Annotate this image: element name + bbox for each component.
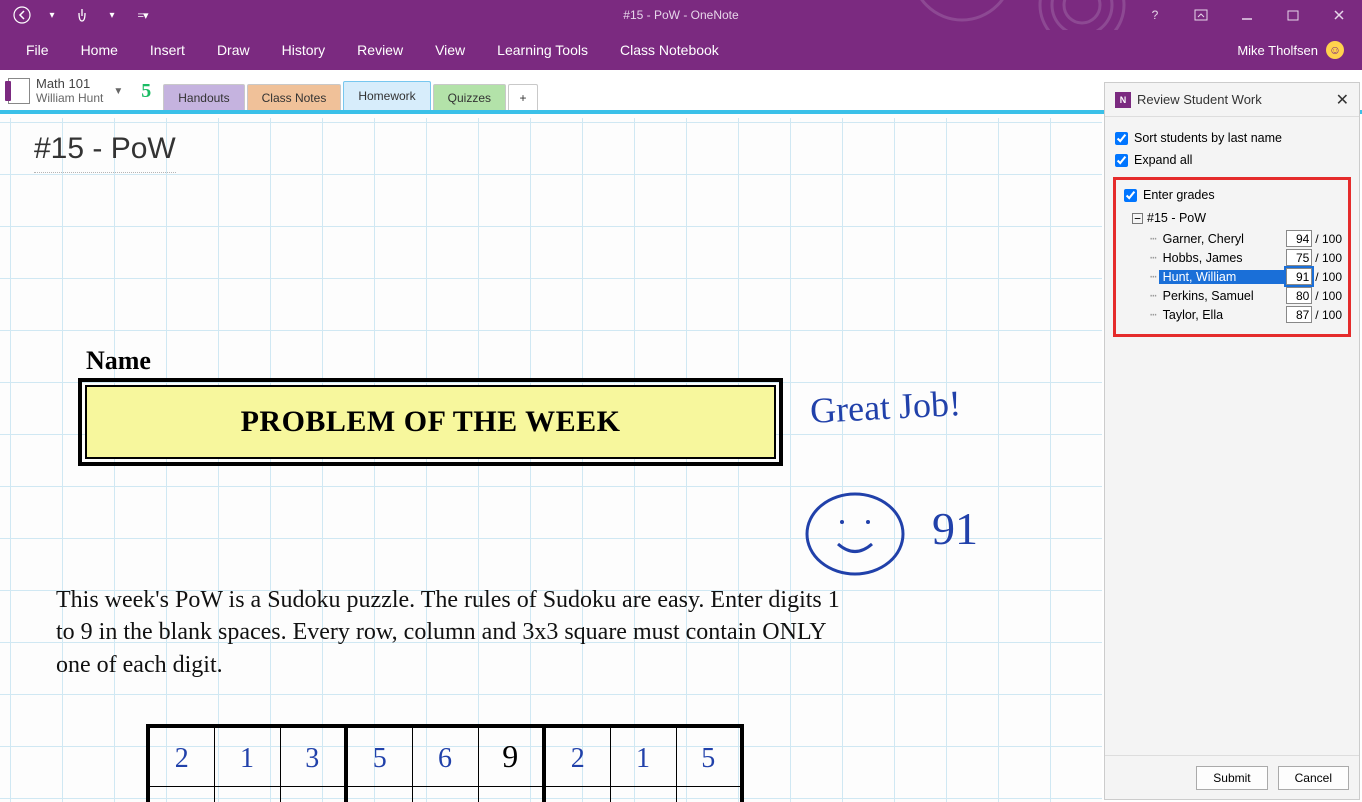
sudoku-cell: 9 bbox=[478, 726, 544, 786]
sudoku-cell: 5 bbox=[676, 726, 742, 786]
student-row[interactable]: ⋯Garner, Cheryl / 100 bbox=[1150, 229, 1342, 248]
grade-input[interactable] bbox=[1286, 230, 1312, 247]
notebook-name: Math 101 bbox=[36, 76, 103, 91]
ribbon-tabs: File Home Insert Draw History Review Vie… bbox=[0, 30, 1362, 70]
section-handouts[interactable]: Handouts bbox=[163, 84, 244, 110]
student-row[interactable]: ⋯Hunt, William / 100 bbox=[1150, 267, 1342, 286]
sudoku-cell: 2 bbox=[544, 726, 610, 786]
student-name[interactable]: Garner, Cheryl bbox=[1159, 232, 1287, 246]
qat-dropdown-1[interactable]: ▾ bbox=[42, 5, 62, 25]
grade-max-label: / 100 bbox=[1315, 251, 1342, 265]
section-quizzes[interactable]: Quizzes bbox=[433, 84, 506, 110]
sort-students-checkbox[interactable]: Sort students by last name bbox=[1113, 127, 1351, 149]
tab-history[interactable]: History bbox=[266, 30, 342, 70]
grade-input[interactable] bbox=[1286, 268, 1312, 285]
tab-home[interactable]: Home bbox=[65, 30, 134, 70]
notebook-picker[interactable]: Math 101 William Hunt ▼ 5 bbox=[8, 74, 151, 110]
student-name[interactable]: Hobbs, James bbox=[1159, 251, 1287, 265]
grade-input[interactable] bbox=[1286, 287, 1312, 304]
pow-banner-text: PROBLEM OF THE WEEK bbox=[85, 385, 776, 459]
tree-connector-icon: ⋯ bbox=[1150, 289, 1156, 302]
help-icon[interactable]: ? bbox=[1132, 0, 1178, 30]
grade-max-label: / 100 bbox=[1315, 232, 1342, 246]
tab-review[interactable]: Review bbox=[341, 30, 419, 70]
tree-connector-icon: ⋯ bbox=[1150, 270, 1156, 283]
tab-view[interactable]: View bbox=[419, 30, 481, 70]
sudoku-cell: 6 bbox=[412, 726, 478, 786]
qat-customize[interactable]: = ▾ bbox=[132, 5, 152, 25]
pow-banner: PROBLEM OF THE WEEK bbox=[78, 378, 783, 466]
student-name[interactable]: Hunt, William bbox=[1159, 270, 1287, 284]
section-classnotes[interactable]: Class Notes bbox=[247, 84, 342, 110]
qat-dropdown-2[interactable]: ▾ bbox=[102, 5, 122, 25]
minimize-button[interactable] bbox=[1224, 0, 1270, 30]
add-section-button[interactable]: + bbox=[508, 84, 538, 110]
name-label: Name bbox=[86, 346, 151, 376]
sudoku-cell: 7 bbox=[214, 786, 280, 802]
panel-title: Review Student Work bbox=[1137, 92, 1262, 107]
tab-file[interactable]: File bbox=[10, 30, 65, 70]
collapse-icon[interactable]: − bbox=[1132, 213, 1143, 224]
student-name[interactable]: Taylor, Ella bbox=[1159, 308, 1287, 322]
pow-description: This week's PoW is a Sudoku puzzle. The … bbox=[56, 584, 846, 681]
sudoku-cell: 3 bbox=[280, 726, 346, 786]
grade-input[interactable] bbox=[1286, 306, 1312, 323]
student-row[interactable]: ⋯Perkins, Samuel / 100 bbox=[1150, 286, 1342, 305]
section-homework[interactable]: Homework bbox=[343, 81, 430, 110]
sudoku-cell: 5 bbox=[346, 726, 412, 786]
maximize-button[interactable] bbox=[1270, 0, 1316, 30]
teacher-ink-smiley bbox=[800, 484, 910, 584]
cancel-button[interactable]: Cancel bbox=[1278, 766, 1349, 790]
tab-class-notebook[interactable]: Class Notebook bbox=[604, 30, 735, 70]
sudoku-cell: 3 bbox=[610, 786, 676, 802]
title-bar: ▾ ▾ = ▾ #15 - PoW - OneNote ? bbox=[0, 0, 1362, 30]
panel-close-button[interactable]: ✕ bbox=[1336, 90, 1349, 110]
tab-draw[interactable]: Draw bbox=[201, 30, 266, 70]
notebook-dropdown-icon[interactable]: ▼ bbox=[109, 86, 127, 97]
sudoku-cell: 3 bbox=[346, 786, 412, 802]
sudoku-cell: 9 bbox=[148, 786, 214, 802]
grade-max-label: / 100 bbox=[1315, 308, 1342, 322]
student-row[interactable]: ⋯Hobbs, James / 100 bbox=[1150, 248, 1342, 267]
sync-badge: 5 bbox=[141, 80, 151, 103]
sudoku-cell: 4 bbox=[412, 786, 478, 802]
tab-learning-tools[interactable]: Learning Tools bbox=[481, 30, 604, 70]
grades-highlight-box: Enter grades − #15 - PoW ⋯Garner, Cheryl… bbox=[1113, 177, 1351, 337]
grade-input[interactable] bbox=[1286, 249, 1312, 266]
sudoku-cell: 1 bbox=[610, 726, 676, 786]
teacher-ink-comment: Great Job! bbox=[809, 382, 962, 432]
back-button[interactable] bbox=[12, 5, 32, 25]
sudoku-cell: 1 bbox=[214, 726, 280, 786]
expand-all-checkbox[interactable]: Expand all bbox=[1113, 149, 1351, 171]
sudoku-cell: 6 bbox=[544, 786, 610, 802]
user-smiley-icon[interactable]: ☺ bbox=[1326, 41, 1344, 59]
tree-connector-icon: ⋯ bbox=[1150, 308, 1156, 321]
onenote-app-icon: N bbox=[1115, 92, 1131, 108]
signed-in-user[interactable]: Mike Tholfsen bbox=[1237, 43, 1318, 58]
review-student-work-panel: N Review Student Work ✕ Sort students by… bbox=[1104, 82, 1360, 800]
submit-button[interactable]: Submit bbox=[1196, 766, 1267, 790]
page-title[interactable]: #15 - PoW bbox=[34, 132, 176, 166]
close-button[interactable] bbox=[1316, 0, 1362, 30]
sudoku-cell: 8 bbox=[478, 786, 544, 802]
grade-max-label: / 100 bbox=[1315, 289, 1342, 303]
tree-connector-icon: ⋯ bbox=[1150, 251, 1156, 264]
ribbon-display-button[interactable] bbox=[1178, 0, 1224, 30]
grade-max-label: / 100 bbox=[1315, 270, 1342, 284]
teacher-ink-score: 91 bbox=[932, 502, 978, 555]
assignment-tree-node[interactable]: − #15 - PoW bbox=[1132, 211, 1342, 225]
tree-connector-icon: ⋯ bbox=[1150, 232, 1156, 245]
touch-mode-button[interactable] bbox=[72, 5, 92, 25]
tab-insert[interactable]: Insert bbox=[134, 30, 201, 70]
sudoku-cell: 4 bbox=[676, 786, 742, 802]
enter-grades-checkbox[interactable]: Enter grades bbox=[1122, 184, 1342, 206]
sudoku-grid: 213569215975348634861412792 bbox=[146, 724, 744, 802]
page-canvas[interactable]: #15 - PoW Name PROBLEM OF THE WEEK Great… bbox=[0, 114, 1102, 802]
notebook-student: William Hunt bbox=[36, 91, 103, 105]
sudoku-cell: 5 bbox=[280, 786, 346, 802]
student-row[interactable]: ⋯Taylor, Ella / 100 bbox=[1150, 305, 1342, 324]
sudoku-cell: 2 bbox=[148, 726, 214, 786]
notebook-icon bbox=[8, 78, 30, 104]
student-name[interactable]: Perkins, Samuel bbox=[1159, 289, 1287, 303]
